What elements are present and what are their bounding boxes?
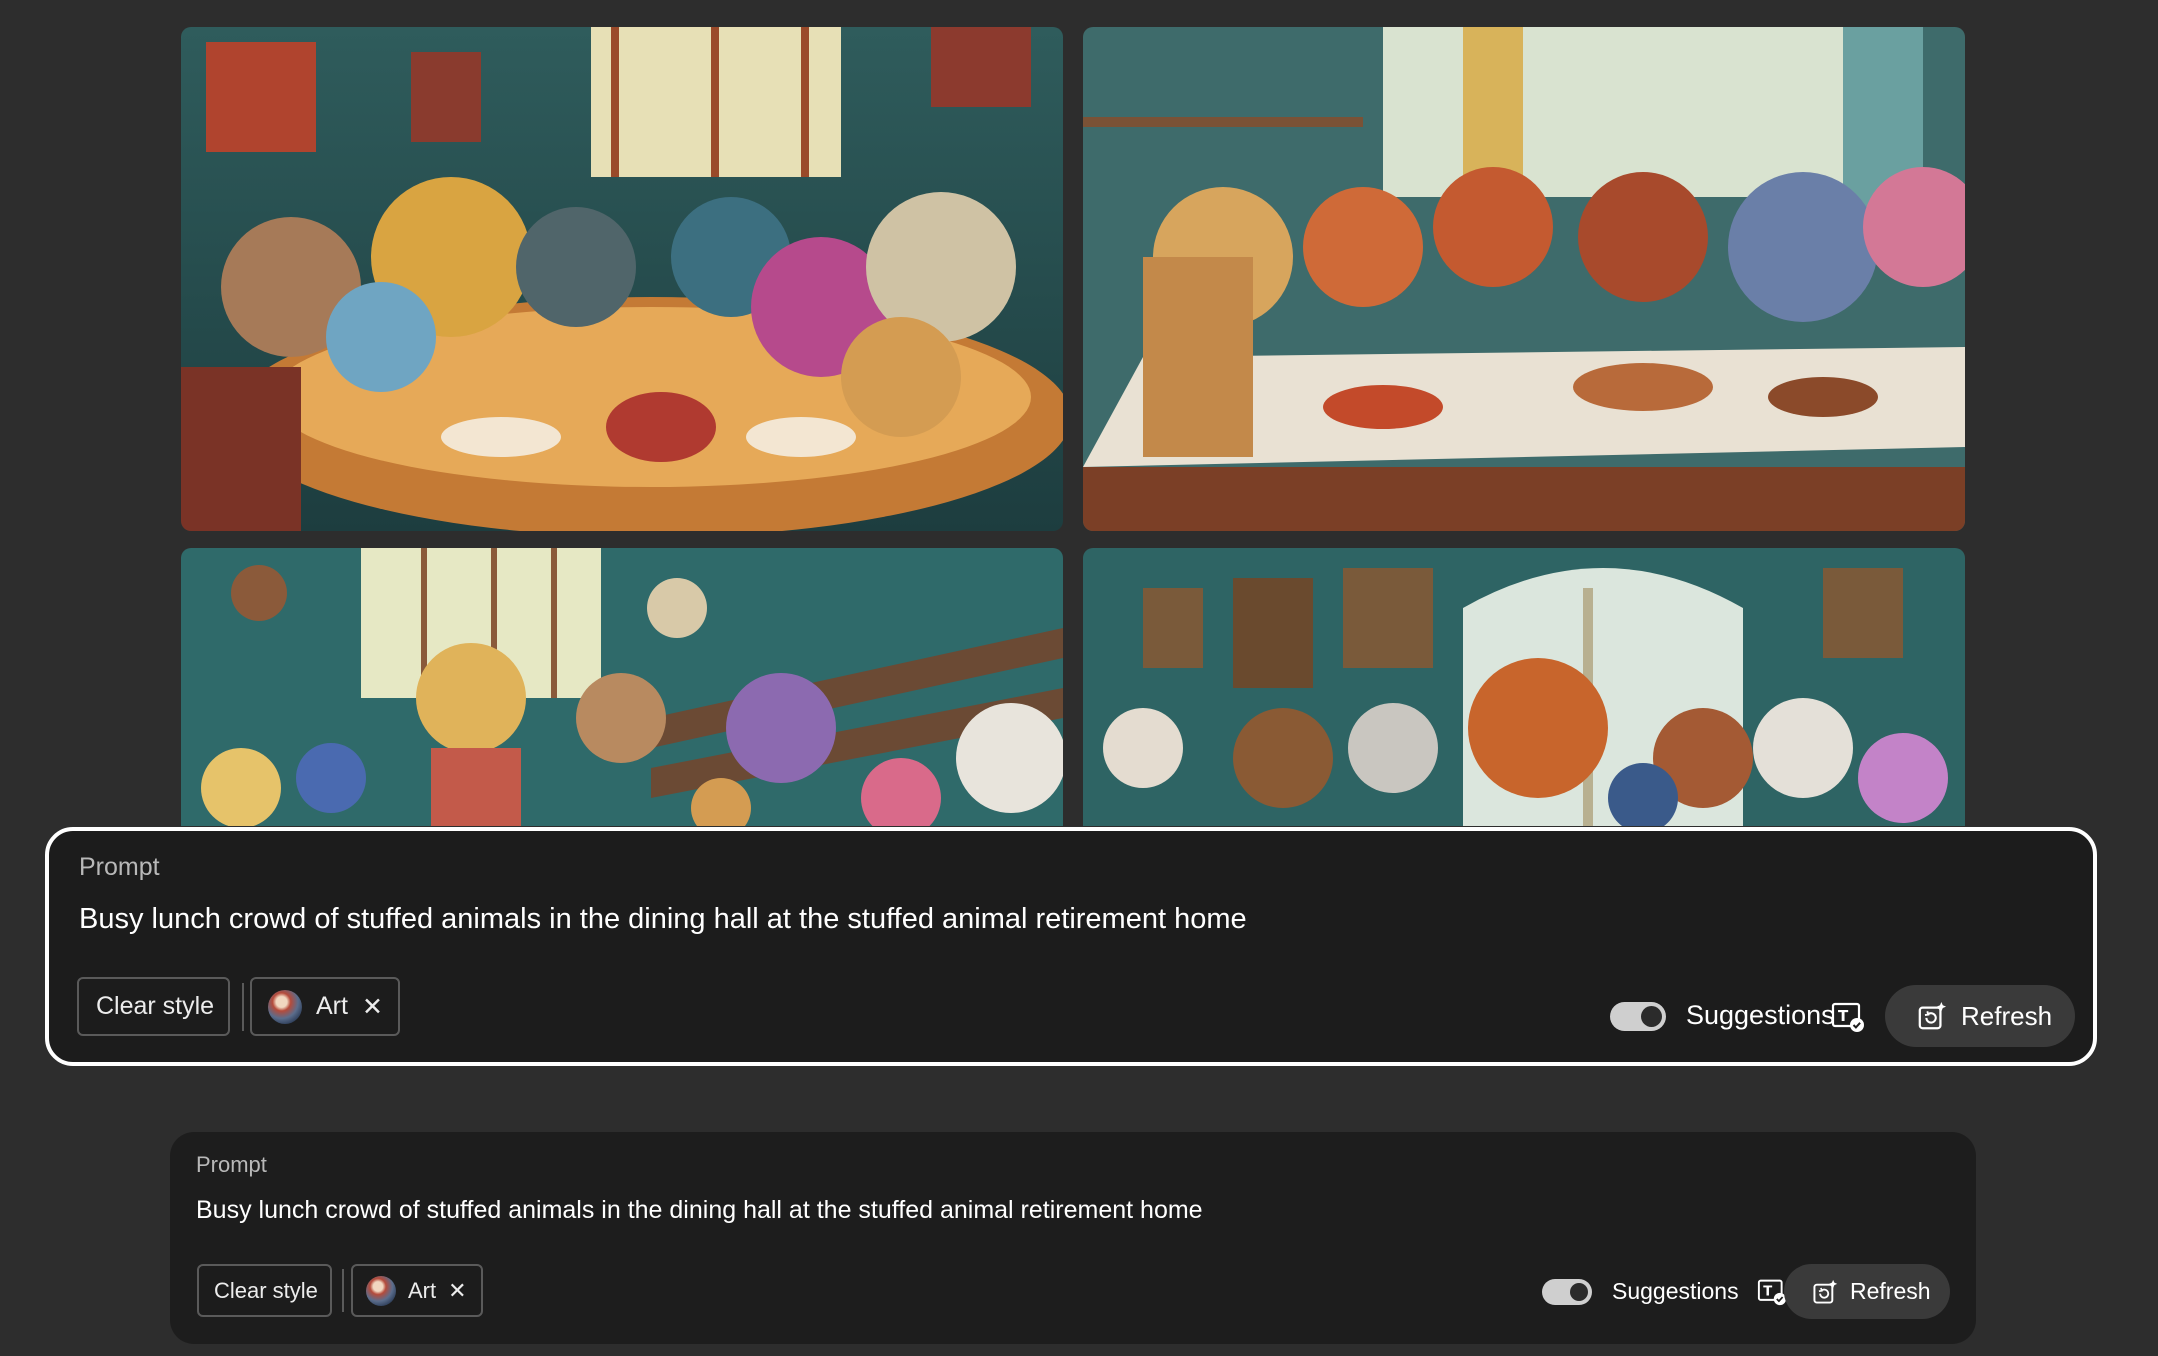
refresh-button[interactable]: Refresh [1784,1264,1950,1319]
refresh-label: Refresh [1850,1278,1931,1304]
prompt-label: Prompt [196,1152,267,1177]
svg-text:T: T [1763,1285,1772,1300]
toggle-knob [1570,1283,1588,1301]
generated-image-1[interactable] [181,27,1063,531]
text-suggestions-icon[interactable]: T [1831,1001,1865,1033]
prompt-panel-focused[interactable]: Prompt Busy lunch crowd of stuffed anima… [45,827,2097,1066]
prompt-input[interactable]: Busy lunch crowd of stuffed animals in t… [196,1196,1203,1225]
prompt-label: Prompt [79,853,160,881]
image-4-artwork [1083,548,1965,826]
image-2-artwork [1083,27,1965,531]
style-chip-label: Art [316,992,348,1020]
suggestions-toggle[interactable] [1542,1279,1592,1305]
refresh-sparkle-icon [1918,1001,1947,1030]
clear-style-label: Clear style [214,1277,318,1303]
suggestions-label: Suggestions [1686,1000,1835,1030]
prompt-input[interactable]: Busy lunch crowd of stuffed animals in t… [79,903,1247,936]
art-style-thumbnail [268,989,302,1024]
generated-image-3[interactable] [181,548,1063,826]
refresh-label: Refresh [1961,1000,2053,1031]
style-chip-label: Art [408,1277,437,1303]
style-chip-art[interactable]: Art ✕ [351,1264,483,1317]
prompt-panel[interactable]: Prompt Busy lunch crowd of stuffed anima… [170,1132,1976,1344]
style-chip-art[interactable]: Art ✕ [250,977,400,1036]
close-icon[interactable]: ✕ [362,992,383,1022]
suggestions-toggle[interactable] [1610,1002,1666,1031]
clear-style-button[interactable]: Clear style [77,977,230,1036]
suggestions-label: Suggestions [1612,1278,1739,1304]
generated-image-4[interactable] [1083,548,1965,826]
close-icon[interactable]: ✕ [448,1278,466,1304]
toggle-knob [1641,1006,1662,1027]
refresh-button[interactable]: Refresh [1885,985,2075,1047]
clear-style-label: Clear style [96,992,215,1020]
generated-image-2[interactable] [1083,27,1965,531]
image-3-artwork [181,548,1063,826]
chip-divider [342,1269,344,1312]
clear-style-button[interactable]: Clear style [197,1264,332,1317]
text-suggestions-icon[interactable]: T [1757,1278,1787,1306]
svg-text:T: T [1838,1007,1849,1025]
refresh-sparkle-icon [1813,1279,1838,1304]
image-1-artwork [181,27,1063,531]
chip-divider [242,983,244,1031]
art-style-thumbnail [366,1275,396,1306]
